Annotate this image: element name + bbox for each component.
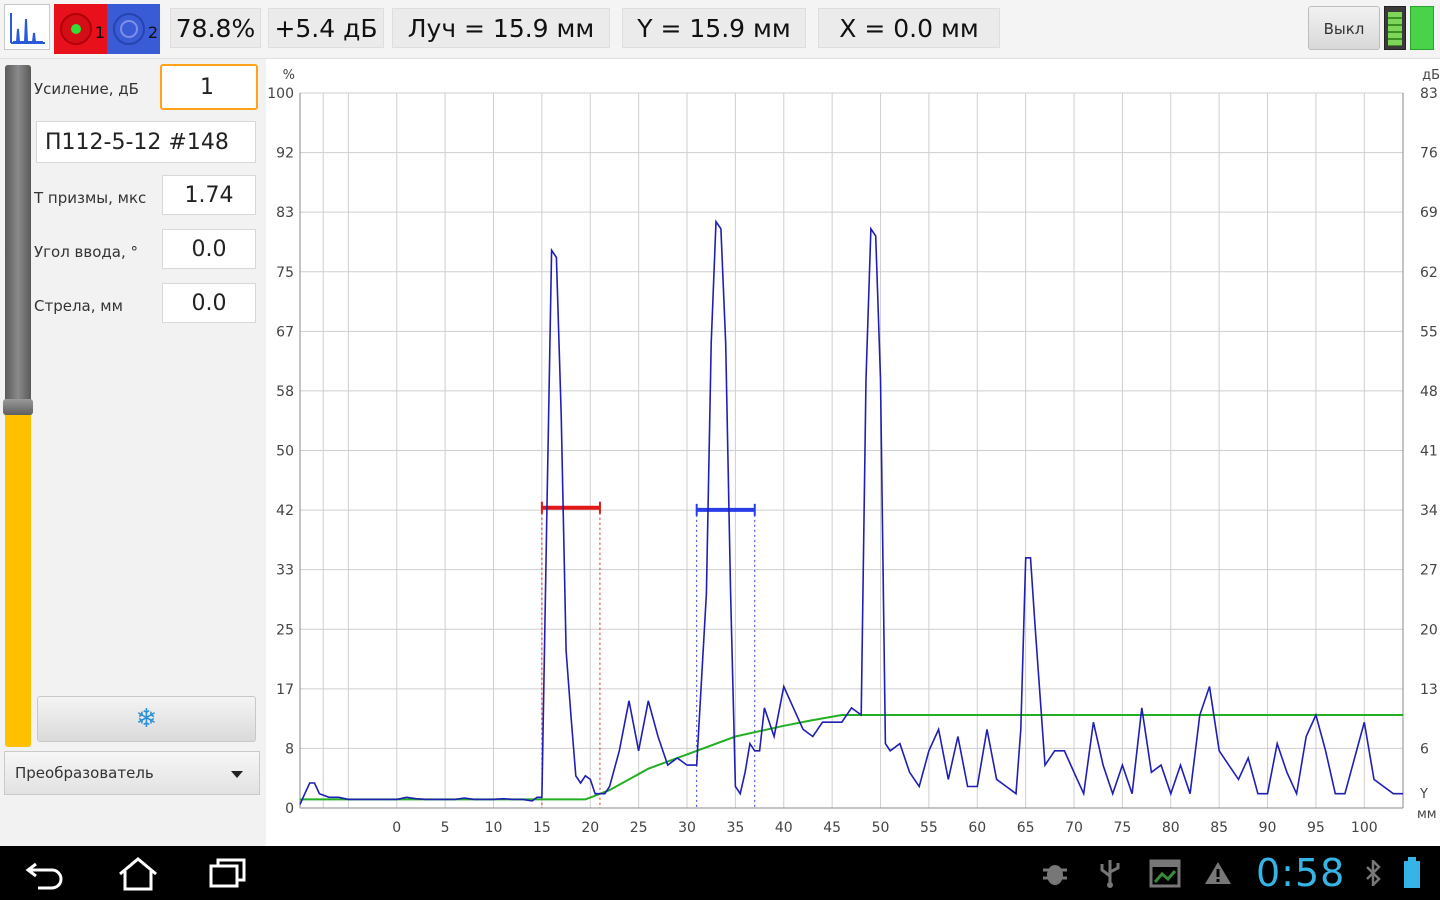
x-tick-label: 95 <box>1307 820 1325 836</box>
x-tick-label: 60 <box>968 820 986 836</box>
y-tick-label-right: 48 <box>1420 384 1438 400</box>
ascan-icon-graphic <box>10 13 45 44</box>
x-tick-label: 90 <box>1259 820 1277 836</box>
probe-name-field[interactable]: П112-5-12 #148 <box>36 121 256 163</box>
x-unit-top-label: Y <box>1419 787 1428 802</box>
channel-1-number: 1 <box>94 23 105 42</box>
x-tick-label: 20 <box>581 820 599 836</box>
bluetooth-icon <box>1366 860 1381 886</box>
y-tick-label-left: 0 <box>285 801 294 817</box>
channel-1-icon <box>60 13 92 45</box>
y-tick-label-right: 41 <box>1420 444 1438 460</box>
x-unit-bottom-label: мм <box>1417 807 1437 822</box>
probe-select-label: Преобразователь <box>15 764 154 782</box>
gain-slider[interactable] <box>3 65 33 747</box>
y-tick-label-left: 100 <box>267 86 294 102</box>
amplitude-readout: 78.8% <box>170 8 261 48</box>
probe-select[interactable]: Преобразователь <box>4 751 260 795</box>
y-tick-label-left: 75 <box>276 265 294 281</box>
y-coordinate-readout: Y = 15.9 мм <box>622 8 806 48</box>
y-tick-label-left: 50 <box>276 444 294 460</box>
x-tick-label: 25 <box>630 820 648 836</box>
x-tick-label: 40 <box>775 820 793 836</box>
system-nav-bar: 0:58 <box>0 846 1440 900</box>
x-tick-label: 75 <box>1113 820 1131 836</box>
arrow-length-field[interactable]: 0.0 <box>162 283 256 323</box>
gain-slider-thumb[interactable] <box>3 399 33 415</box>
prism-time-field[interactable]: 1.74 <box>162 175 256 215</box>
x-tick-label: 30 <box>678 820 696 836</box>
settings-panel: Усиление, дБ П112-5-12 #148 Т призмы, мк… <box>0 59 266 846</box>
y-tick-label-right: 20 <box>1420 622 1438 638</box>
channel-2-button[interactable]: 2 <box>107 4 160 54</box>
beam-readout: Луч = 15.9 мм <box>392 8 610 48</box>
input-angle-label: Угол ввода, ° <box>34 243 139 261</box>
y-tick-label-left: 83 <box>276 205 294 221</box>
snowflake-icon: ❄ <box>135 704 158 734</box>
freeze-button[interactable]: ❄ <box>37 696 256 742</box>
screenshot-icon <box>1149 859 1181 888</box>
gain-slider-track <box>5 65 31 405</box>
x-tick-label: 15 <box>533 820 551 836</box>
y-tick-label-right: 69 <box>1420 205 1438 221</box>
x-tick-label: 10 <box>485 820 503 836</box>
right-unit-label: дБ <box>1422 68 1440 83</box>
x-tick-label: 65 <box>1017 820 1035 836</box>
channel-1-button[interactable]: 1 <box>54 4 107 54</box>
home-icon[interactable] <box>116 856 160 892</box>
x-tick-label: 55 <box>920 820 938 836</box>
y-tick-label-left: 67 <box>276 324 294 340</box>
y-tick-label-right: 55 <box>1420 324 1438 340</box>
y-tick-label-right: 34 <box>1420 503 1438 519</box>
y-tick-label-right: 6 <box>1420 741 1429 757</box>
gain-input[interactable] <box>160 64 258 110</box>
debug-icon <box>1043 865 1067 885</box>
y-tick-label-left: 17 <box>276 682 294 698</box>
prism-time-label: Т призмы, мкс <box>34 189 147 207</box>
chevron-down-icon <box>231 771 243 778</box>
signal-indicator-icon <box>1410 6 1434 50</box>
chart-background <box>266 59 1440 846</box>
gain-delta-readout: +5.4 дБ <box>268 8 384 48</box>
y-tick-label-left: 58 <box>276 384 294 400</box>
input-angle-field[interactable]: 0.0 <box>162 229 256 269</box>
y-tick-label-left: 8 <box>285 741 294 757</box>
y-tick-label-left: 25 <box>276 622 294 638</box>
x-tick-label: 5 <box>441 820 450 836</box>
ascan-mode-icon[interactable] <box>4 4 50 50</box>
status-clock: 0:58 <box>1256 851 1346 895</box>
warning-icon <box>1205 862 1231 884</box>
channel-2-icon <box>113 13 145 45</box>
recent-apps-icon[interactable] <box>206 856 250 890</box>
off-button[interactable]: Выкл <box>1308 6 1380 50</box>
x-tick-label: 45 <box>823 820 841 836</box>
x-coordinate-readout: X = 0.0 мм <box>818 8 1000 48</box>
y-tick-label-left: 33 <box>276 563 294 579</box>
usb-icon <box>1100 860 1120 888</box>
channel-2-number: 2 <box>147 23 158 42</box>
top-toolbar: 1 2 78.8% +5.4 дБ Луч = 15.9 мм Y = 15.9… <box>0 0 1440 59</box>
battery-icon <box>1404 857 1420 888</box>
arrow-length-label: Стрела, мм <box>34 297 123 315</box>
x-tick-label: 35 <box>726 820 744 836</box>
y-tick-label-right: 13 <box>1420 682 1438 698</box>
y-tick-label-right: 83 <box>1420 86 1438 102</box>
x-tick-label: 70 <box>1065 820 1083 836</box>
gain-label: Усиление, дБ <box>34 80 139 98</box>
y-tick-label-right: 76 <box>1420 146 1438 162</box>
y-tick-label-left: 42 <box>276 503 294 519</box>
x-tick-label: 80 <box>1162 820 1180 836</box>
device-battery-level <box>1388 12 1402 46</box>
back-icon[interactable] <box>24 856 68 890</box>
x-tick-label: 50 <box>872 820 890 836</box>
device-battery-icon <box>1384 6 1406 50</box>
left-unit-label: % <box>283 68 295 83</box>
x-tick-label: 0 <box>392 820 401 836</box>
y-tick-label-right: 27 <box>1420 563 1438 579</box>
y-tick-label-left: 92 <box>276 146 294 162</box>
x-tick-label: 100 <box>1351 820 1378 836</box>
ascan-chart[interactable]: 0817253342505867758392100 83766962554841… <box>266 59 1440 846</box>
x-tick-label: 85 <box>1210 820 1228 836</box>
y-tick-label-right: 62 <box>1420 265 1438 281</box>
